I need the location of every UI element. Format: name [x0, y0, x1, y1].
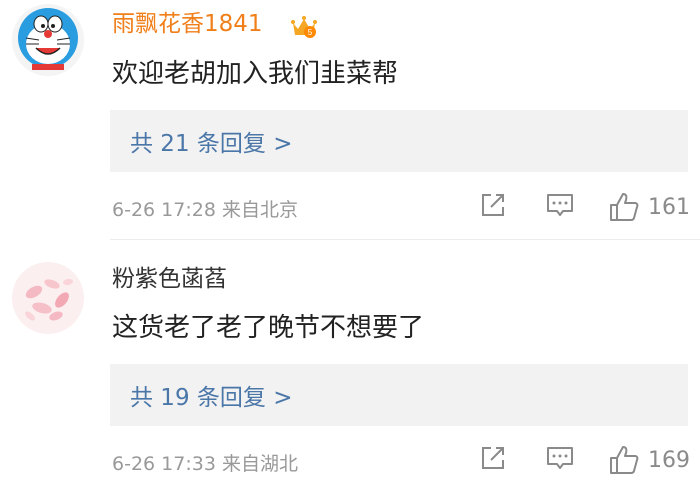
comment-meta: 6-26 17:28 来自北京	[112, 195, 298, 222]
like-icon	[610, 193, 639, 221]
share-button[interactable]	[478, 443, 508, 473]
svg-text:5: 5	[308, 28, 313, 37]
timestamp: 6-26 17:28	[112, 199, 216, 221]
share-icon	[482, 447, 504, 469]
comment-text: 欢迎老胡加入我们韭菜帮	[112, 59, 399, 89]
avatar[interactable]	[12, 4, 84, 76]
like-icon	[610, 446, 639, 474]
comment-meta: 6-26 17:33 来自湖北	[112, 449, 298, 476]
view-replies-button[interactable]: 共 21 条回复 >	[110, 110, 688, 172]
comment-item: 雨飘花香1841 5 欢迎老胡加入我们韭菜帮 共 21 条回复 > 6-26 1…	[0, 0, 700, 240]
vip-crown-badge-icon: 5	[290, 14, 318, 40]
comment-text: 这货老了老了晚节不想要了	[112, 313, 425, 343]
timestamp: 6-26 17:33	[112, 453, 216, 475]
username[interactable]: 粉紫色菡萏	[112, 264, 227, 294]
location: 来自湖北	[221, 453, 298, 475]
view-replies-button[interactable]: 共 19 条回复 >	[110, 364, 688, 426]
replies-label: 共 21 条回复 >	[130, 131, 293, 157]
like-button[interactable]: 169	[608, 443, 690, 477]
comment-button[interactable]	[545, 443, 575, 473]
comment-button[interactable]	[545, 190, 575, 220]
comment-item: 粉紫色菡萏 这货老了老了晚节不想要了 共 19 条回复 > 6-26 17:33…	[0, 240, 700, 488]
petals-avatar-icon	[12, 262, 84, 334]
avatar[interactable]	[12, 262, 84, 334]
username[interactable]: 雨飘花香1841	[112, 9, 263, 39]
replies-label: 共 19 条回复 >	[130, 385, 293, 411]
like-count: 169	[648, 447, 690, 473]
like-count: 161	[648, 194, 690, 220]
share-button[interactable]	[478, 190, 508, 220]
doraemon-avatar-icon	[12, 4, 84, 76]
location: 来自北京	[221, 199, 298, 221]
comment-icon	[547, 194, 573, 216]
like-button[interactable]: 161	[608, 190, 690, 224]
comment-icon	[547, 447, 573, 469]
share-icon	[482, 194, 504, 216]
